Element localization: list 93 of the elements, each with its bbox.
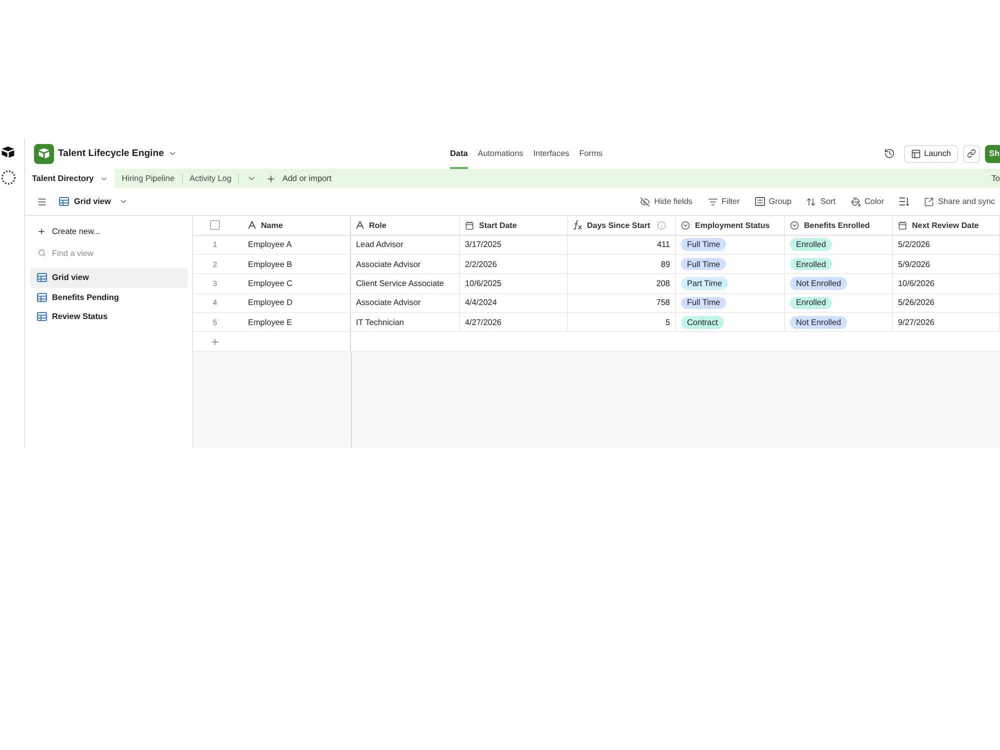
calendar-icon xyxy=(465,220,474,230)
table-cell: 758 xyxy=(568,294,676,312)
plus-icon xyxy=(266,174,276,184)
table-cell: Employee D xyxy=(243,294,351,312)
status-tag: Enrolled xyxy=(790,238,832,251)
filter-icon xyxy=(708,196,718,206)
table-cell: 5/26/2026 xyxy=(893,294,1000,312)
group-icon xyxy=(754,197,765,206)
paint-bucket-icon xyxy=(850,196,861,206)
table-cell: 4/27/2026 xyxy=(460,313,568,332)
toolbar-button[interactable]: Share and sync xyxy=(924,196,995,206)
table-cell: 3/17/2025 xyxy=(460,236,568,254)
table-icon xyxy=(37,273,47,282)
table-cell: IT Technician xyxy=(351,313,460,332)
add-table-button[interactable]: Add or import xyxy=(258,174,332,184)
status-tag: Enrolled xyxy=(790,296,832,310)
create-new-button[interactable]: Create new... xyxy=(30,222,188,241)
table-cell: Lead Advisor xyxy=(351,236,460,254)
toolbar-button[interactable]: Group xyxy=(754,197,792,206)
status-tag: Not Enrolled xyxy=(790,277,848,290)
table-cell: 2/2/2026 xyxy=(460,254,568,274)
chevron-icon xyxy=(168,149,177,158)
toolbar-button[interactable]: Color xyxy=(850,196,884,206)
circle-chevron-icon xyxy=(681,220,690,230)
circle-chevron-icon xyxy=(790,220,799,230)
status-tag: Full Time xyxy=(681,238,726,251)
share-icon xyxy=(924,196,934,206)
status-tag: Contract xyxy=(681,316,724,328)
table-cell: 5 xyxy=(568,313,676,332)
plus-icon xyxy=(37,227,46,236)
table-cell: 89 xyxy=(568,254,676,274)
table-tab[interactable]: Hiring Pipeline xyxy=(114,169,182,188)
status-tag: Not Enrolled xyxy=(790,316,848,328)
nav-tab[interactable]: Interfaces xyxy=(533,138,570,169)
search-field[interactable]: Find a view xyxy=(52,246,152,260)
view-switcher-button[interactable]: Grid view xyxy=(59,197,128,206)
sort-icon xyxy=(806,196,816,206)
row-height-icon[interactable] xyxy=(899,197,910,206)
box-icon xyxy=(34,144,54,164)
view-item[interactable]: Benefits Pending xyxy=(30,288,188,307)
grid-icon xyxy=(59,197,69,206)
panel-icon xyxy=(911,148,922,158)
table-cell: 10/6/2026 xyxy=(893,274,1000,293)
table-cell: Employee B xyxy=(243,254,351,274)
chevron-icon[interactable] xyxy=(247,174,256,183)
status-tag: Enrolled xyxy=(790,258,832,270)
eye-off-icon xyxy=(640,196,650,206)
view-item[interactable]: Grid view xyxy=(30,268,188,288)
toolbar-button[interactable]: Filter xyxy=(708,196,740,206)
table-cell: 5/2/2026 xyxy=(893,236,1000,254)
base-title-button[interactable]: Talent Lifecycle Engine xyxy=(58,148,177,159)
link-icon xyxy=(967,149,976,158)
table-icon xyxy=(37,312,47,322)
toolbar-button[interactable]: Sort xyxy=(806,196,836,206)
table-cell: Associate Advisor xyxy=(351,254,460,274)
history-icon[interactable] xyxy=(884,148,896,159)
launch-button[interactable]: Launch xyxy=(904,144,958,162)
view-item[interactable]: Review Status xyxy=(30,307,188,326)
table-cell: 10/6/2025 xyxy=(460,274,568,293)
nav-tab[interactable]: Forms xyxy=(579,138,602,169)
status-tag: Full Time xyxy=(681,258,726,270)
table-cell: 5/9/2026 xyxy=(893,254,1000,274)
text-field-icon xyxy=(248,221,256,230)
table-cell: Employee E xyxy=(243,313,351,332)
chevron-icon xyxy=(118,197,128,206)
dotted-circle-icon[interactable] xyxy=(1,170,16,185)
formula-icon xyxy=(573,220,582,230)
plus-icon[interactable] xyxy=(210,336,220,347)
search-icon xyxy=(38,249,46,257)
table-cell: Client Service Associate xyxy=(351,274,460,293)
table-tab[interactable]: Talent Directory xyxy=(25,169,115,188)
nav-tab[interactable]: Automations xyxy=(478,138,524,169)
calendar-icon xyxy=(898,220,907,230)
text-field-icon xyxy=(356,221,364,230)
status-tag: Full Time xyxy=(681,296,726,310)
table-cell: Employee A xyxy=(243,236,351,254)
table-cell: Associate Advisor xyxy=(351,294,460,312)
menu-icon[interactable] xyxy=(37,196,47,206)
table-cell: 4/4/2024 xyxy=(460,294,568,312)
table-cell: 411 xyxy=(568,236,676,254)
tab-bar-button[interactable]: To xyxy=(991,174,1000,183)
table-cell: Employee C xyxy=(243,274,351,293)
table-tab[interactable]: Activity Log xyxy=(182,169,238,188)
info-icon xyxy=(657,220,666,230)
table-cell: 208 xyxy=(568,274,676,293)
toolbar-button[interactable]: Hide fields xyxy=(640,196,693,206)
status-tag: Part Time xyxy=(681,277,728,290)
share-button[interactable]: Sh xyxy=(985,144,1000,162)
link-button[interactable] xyxy=(963,144,980,162)
table-icon xyxy=(37,292,47,302)
logo-icon[interactable] xyxy=(1,146,15,158)
table-cell: 9/27/2026 xyxy=(893,313,1000,332)
select-all-checkbox[interactable] xyxy=(210,220,220,230)
